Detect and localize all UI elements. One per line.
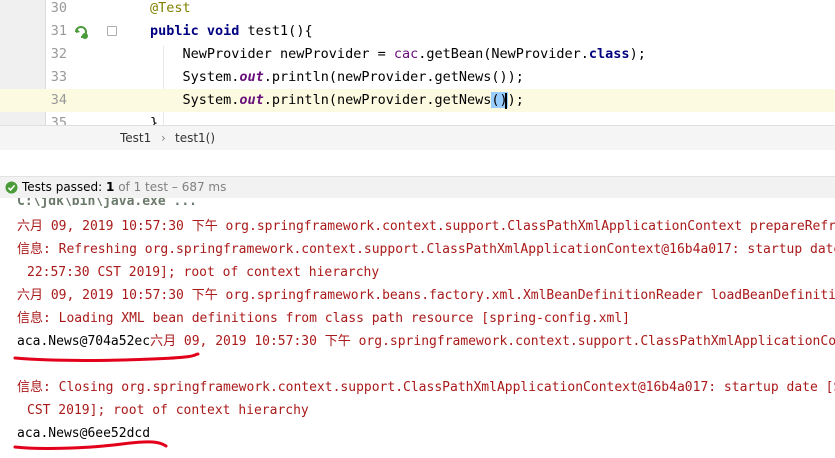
code-token: @Test [150,0,191,16]
console-line: 信息: Loading XML bean definitions from cl… [17,311,630,326]
code-text: System.out.println(newProvider.getNews()… [150,89,524,112]
console-line-command: C:\jdk\bin\java.exe ... [17,198,198,209]
line-number: 31 [50,23,67,39]
code-line-32[interactable]: 32 NewProvider newProvider = cac.getBean… [0,43,835,66]
code-line-35[interactable]: 35 } [0,112,835,125]
test-status-bar: Tests passed: 1 of 1 test – 687 ms [0,177,835,199]
code-text: @Test [150,0,191,20]
code-token: class [588,46,630,62]
console-line: 信息: Refreshing org.springframework.conte… [17,242,835,257]
code-text: public void test1(){ [150,20,313,43]
console-line: 六月 09, 2019 10:57:30 下午 org.springframew… [17,219,835,234]
tests-passed-label: Tests passed: [22,180,107,194]
code-token: test1(){ [247,23,313,39]
console-line: 信息: Closing org.springframework.context.… [17,380,835,395]
console-output[interactable]: C:\jdk\bin\java.exe ... 六月 09, 2019 10:5… [0,198,835,458]
red-underline-mark [13,440,168,450]
code-token: public void [150,23,248,39]
code-token: cac [393,46,419,62]
console-log-text: 六月 09, 2019 10:57:30 下午 org.springframew… [150,334,835,349]
line-number: 33 [50,69,67,85]
code-line-34-current[interactable]: 34 System.out.println(newProvider.getNew… [0,89,835,112]
console-line: 六月 09, 2019 10:57:30 下午 org.springframew… [17,288,835,303]
code-token: .println(newProvider.getNews()); [263,69,524,85]
console-line: 22:57:30 CST 2019]; root of context hier… [27,265,380,280]
check-circle-icon [5,181,18,194]
news-object-output: aca.News@704a52ec [17,334,151,349]
code-token: System. [150,69,240,85]
code-line-31[interactable]: 31 public void test1(){ [0,20,835,43]
code-token: ); [507,92,524,108]
code-token: .println(newProvider.getNews [263,92,492,108]
console-line: CST 2019]; root of context hierarchy [27,403,309,418]
line-number: 32 [50,46,67,62]
test-status-text: Tests passed: 1 of 1 test – 687 ms [22,177,226,198]
run-test-icon[interactable] [73,24,89,40]
code-editor[interactable]: 30 @Test 31 public void test1(){ 32 NewP… [0,0,835,125]
breadcrumb: Test1 › test1() [0,125,835,150]
line-number: 35 [50,115,67,125]
code-token: .getBean(NewProvider. [418,46,589,62]
code-token: } [150,115,159,125]
code-line-33[interactable]: 33 System.out.println(newProvider.getNew… [0,66,835,89]
code-token: ); [629,46,646,62]
text-caret [505,93,507,109]
panel-divider [0,150,835,177]
code-token: NewProvider newProvider = [150,46,394,62]
test-detail: of 1 test – 687 ms [114,180,227,194]
breadcrumb-separator: › [161,131,166,145]
line-number: 34 [50,92,67,108]
code-line-30[interactable]: 30 @Test [0,0,835,20]
code-token: System. [150,92,240,108]
code-token: out [239,69,264,85]
breadcrumb-class[interactable]: Test1 [120,126,151,150]
code-text: } [150,112,158,125]
line-number: 30 [50,0,67,16]
code-text: System.out.println(newProvider.getNews()… [150,66,524,89]
fold-marker-icon[interactable] [107,26,117,36]
code-token: out [239,92,264,108]
breadcrumb-method[interactable]: test1() [175,126,215,150]
red-underline-mark [13,352,200,362]
code-text: NewProvider newProvider = cac.getBean(Ne… [150,43,646,66]
